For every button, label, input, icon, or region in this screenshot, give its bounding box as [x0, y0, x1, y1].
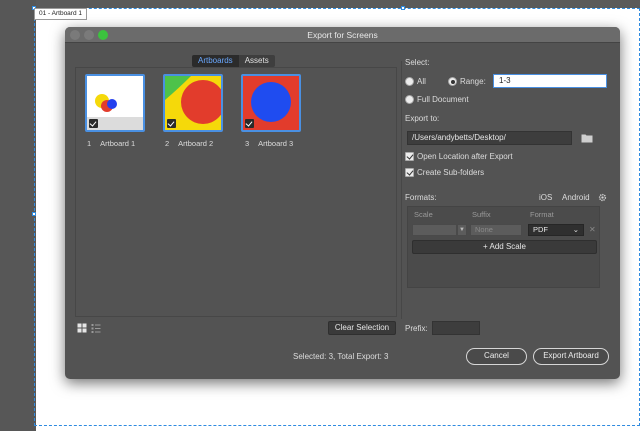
add-scale-button[interactable]: + Add Scale	[412, 240, 597, 254]
select-range-radio[interactable]	[448, 77, 457, 86]
tab-assets[interactable]: Assets	[238, 55, 275, 67]
export-path-input[interactable]: /Users/andybetts/Desktop/	[407, 131, 572, 145]
prefix-input[interactable]	[432, 321, 480, 335]
select-label: Select:	[405, 58, 430, 67]
canvas-pasteboard	[0, 0, 36, 431]
artboard-2-caption: 2 Artboard 2	[165, 139, 213, 148]
panel-divider	[401, 61, 402, 319]
select-all-label: All	[417, 77, 426, 86]
artboard-name-label: 01 - Artboard 1	[34, 8, 87, 20]
tab-artboards[interactable]: Artboards	[192, 55, 239, 67]
artboard-1-checkbox[interactable]	[89, 119, 98, 128]
create-subfolders-checkbox[interactable]	[405, 168, 414, 177]
artboard-3-name: Artboard 3	[258, 139, 294, 148]
artboard-2-checkbox[interactable]	[167, 119, 176, 128]
artboard-3-number: 3	[245, 139, 250, 148]
folder-icon[interactable]	[581, 133, 593, 143]
prefix-label: Prefix:	[405, 324, 428, 333]
open-location-checkbox[interactable]	[405, 152, 414, 161]
range-input[interactable]: 1-3	[493, 74, 607, 88]
scale-column-header: Scale	[414, 210, 433, 219]
formats-table: Scale Suffix Format ▼ None PDF ⌄ ✕ + Add…	[407, 206, 600, 288]
export-options-panel: Select: All Range: 1-3 Full Document Exp…	[405, 27, 615, 379]
artboards-assets-tabs: Artboards Assets	[192, 55, 275, 67]
add-scale-label: Add Scale	[489, 242, 526, 251]
artboard-2-name: Artboard 2	[178, 139, 214, 148]
export-for-screens-dialog: Export for Screens Artboards Assets 1 Ar…	[65, 27, 620, 379]
grid-view-icon[interactable]	[77, 323, 87, 333]
export-to-label: Export to:	[405, 114, 440, 123]
selection-handle-ml[interactable]	[32, 212, 36, 216]
scale-select[interactable]	[412, 224, 457, 236]
create-subfolders-label: Create Sub-folders	[417, 168, 485, 177]
artboard-thumbnail-3[interactable]	[241, 74, 301, 132]
format-select[interactable]: PDF ⌄	[528, 224, 584, 236]
list-view-icon[interactable]	[91, 323, 101, 333]
artboard-2-number: 2	[165, 139, 170, 148]
format-column-header: Format	[530, 210, 554, 219]
artboard-3-caption: 3 Artboard 3	[245, 139, 293, 148]
selection-handle-tm[interactable]	[401, 6, 405, 10]
select-all-radio[interactable]	[405, 77, 414, 86]
select-range-label: Range:	[460, 77, 486, 86]
clear-selection-button[interactable]: Clear Selection	[328, 321, 396, 335]
export-artboard-button[interactable]: Export Artboard	[533, 348, 609, 365]
artboard-1-name: Artboard 1	[100, 139, 136, 148]
format-select-value: PDF	[533, 225, 548, 234]
scale-dropdown-arrow-icon[interactable]: ▼	[457, 224, 467, 236]
gear-icon[interactable]	[598, 193, 607, 202]
ios-preset-link[interactable]: iOS	[539, 193, 552, 202]
android-preset-link[interactable]: Android	[562, 193, 590, 202]
artboard-1-number: 1	[87, 139, 92, 148]
full-document-label: Full Document	[417, 95, 469, 104]
artboard-1-caption: 1 Artboard 1	[87, 139, 135, 148]
artboard-thumbnail-1[interactable]	[85, 74, 145, 132]
open-location-label: Open Location after Export	[417, 152, 513, 161]
export-status-text: Selected: 3, Total Export: 3	[293, 352, 389, 361]
remove-format-icon[interactable]: ✕	[589, 224, 596, 236]
artboard-thumbnail-2[interactable]	[163, 74, 223, 132]
suffix-column-header: Suffix	[472, 210, 491, 219]
full-document-radio[interactable]	[405, 95, 414, 104]
artboard-3-checkbox[interactable]	[245, 119, 254, 128]
cancel-button[interactable]: Cancel	[466, 348, 527, 365]
chevron-down-icon: ⌄	[572, 225, 579, 234]
suffix-input[interactable]: None	[470, 224, 522, 236]
formats-label: Formats:	[405, 193, 437, 202]
